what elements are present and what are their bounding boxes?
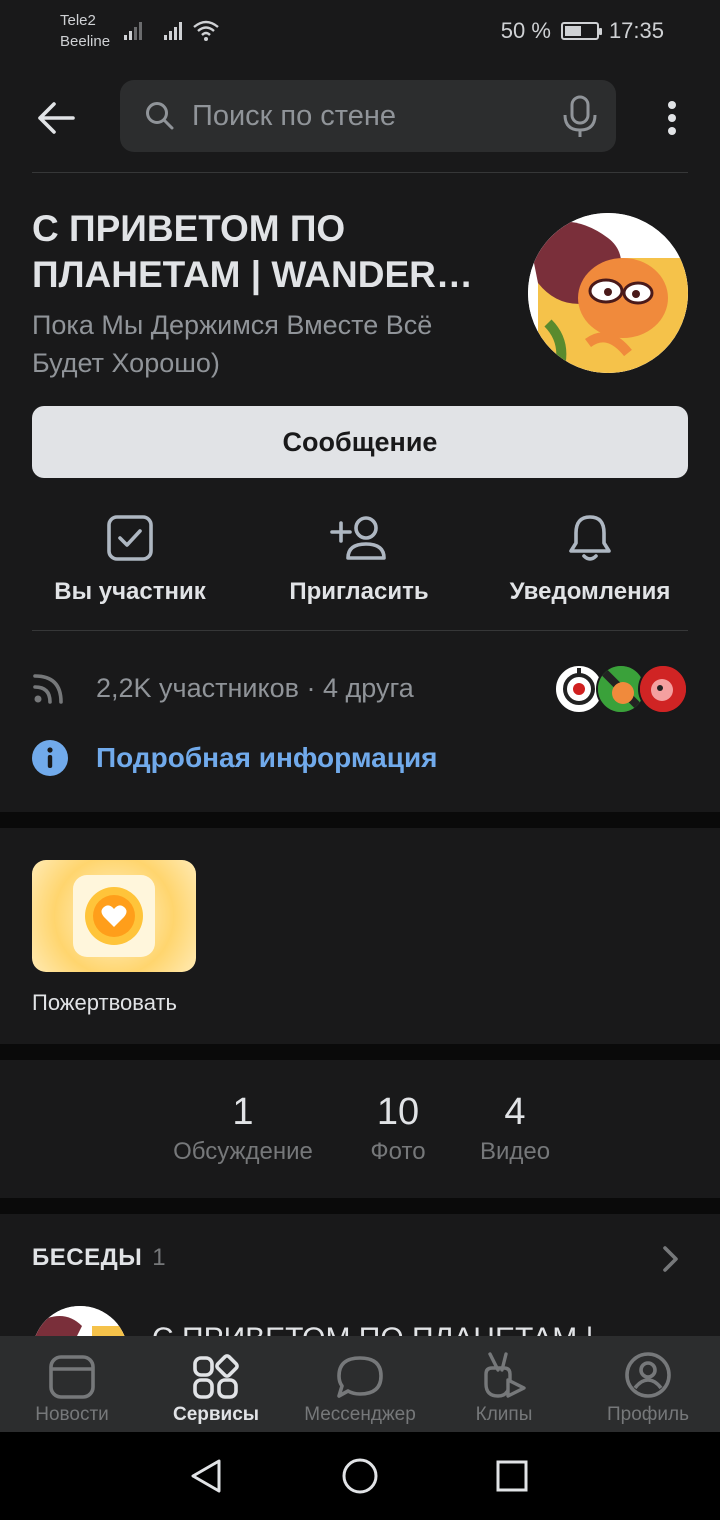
- nav-profile-label: Профиль: [606, 1404, 690, 1425]
- system-recents-button[interactable]: [490, 1454, 534, 1498]
- profile-icon: [625, 1352, 671, 1398]
- more-vertical-icon: [668, 101, 676, 135]
- system-back-button[interactable]: [184, 1454, 228, 1498]
- invite-button[interactable]: Пригласить: [249, 510, 469, 610]
- signal-1-icon: [124, 22, 142, 40]
- bottom-navigation: Новости Сервисы Мессенджер Клипы Профиль: [0, 1336, 720, 1432]
- nav-services-label: Сервисы: [172, 1404, 260, 1425]
- friend-avatars[interactable]: [554, 664, 688, 714]
- wall-search-input[interactable]: [192, 99, 552, 133]
- group-status: Пока Мы Держимся Вместе Всё Будет Хорошо…: [32, 310, 433, 378]
- notifications-label: Уведомления: [509, 578, 671, 605]
- wifi-icon: [193, 20, 219, 41]
- details-link-label: Подробная информация: [96, 742, 438, 773]
- nav-clips-label: Клипы: [475, 1404, 533, 1425]
- circle-home-icon: [342, 1458, 378, 1494]
- system-home-button[interactable]: [338, 1454, 382, 1498]
- heart-coin-icon: [73, 875, 155, 957]
- message-button[interactable]: Сообщение: [32, 406, 688, 478]
- clock: 17:35: [608, 18, 664, 43]
- members-row[interactable]: 2,2K участников · 4 друга: [32, 664, 688, 714]
- section-separator: [0, 812, 720, 828]
- actions-divider: [32, 630, 688, 631]
- nav-messenger[interactable]: Мессенджер: [296, 1336, 424, 1432]
- counter-value: 1: [232, 1091, 254, 1133]
- donate-button[interactable]: [32, 860, 196, 972]
- chats-header[interactable]: БЕСЕДЫ 1: [32, 1244, 166, 1272]
- add-user-icon: [330, 516, 386, 560]
- group-name: С ПРИВЕТОМ ПО ПЛАНЕТАМ | WANDER…: [32, 208, 473, 295]
- nav-messenger-label: Мессенджер: [304, 1404, 416, 1425]
- news-icon: [49, 1355, 95, 1399]
- nav-news[interactable]: Новости: [20, 1336, 124, 1432]
- more-options-button[interactable]: [650, 96, 694, 140]
- square-recents-icon: [496, 1460, 528, 1492]
- invite-label: Пригласить: [289, 578, 429, 605]
- microphone-icon[interactable]: [560, 94, 600, 140]
- members-count-text: 2,2K участников · 4 друга: [96, 672, 414, 703]
- counter-caption: Фото: [370, 1138, 426, 1165]
- counter-videos[interactable]: 4 Видео: [468, 1090, 562, 1166]
- nav-services[interactable]: Сервисы: [164, 1336, 268, 1432]
- header-divider: [32, 172, 688, 173]
- bell-icon: [569, 515, 611, 561]
- system-navigation-bar: [0, 1432, 720, 1520]
- battery-percent: 50 %: [500, 18, 551, 43]
- clips-icon: [484, 1352, 526, 1398]
- checkbox-icon: [107, 515, 153, 561]
- status-right: 50 % 17:35: [501, 18, 664, 44]
- donate-label: Пожертвовать: [32, 990, 177, 1015]
- counter-caption: Видео: [479, 1138, 551, 1165]
- wall-search-bar[interactable]: [120, 80, 616, 152]
- battery-icon: [560, 22, 602, 40]
- counter-value: 4: [504, 1091, 526, 1133]
- services-icon: [193, 1354, 239, 1399]
- chat-title: С ПРИВЕТОМ ПО ПЛАНЕТАМ |: [152, 1322, 593, 1336]
- chats-title: БЕСЕДЫ: [32, 1244, 143, 1271]
- group-avatar[interactable]: [528, 213, 688, 373]
- chat-list-item[interactable]: С ПРИВЕТОМ ПО ПЛАНЕТАМ |: [32, 1306, 688, 1336]
- nav-profile[interactable]: Профиль: [596, 1336, 700, 1432]
- rss-icon: [33, 674, 63, 704]
- messenger-icon: [337, 1356, 383, 1398]
- signal-2-icon: [164, 22, 182, 40]
- carrier-2: Beeline: [60, 33, 111, 50]
- carrier-1: Tele2: [60, 12, 96, 29]
- counter-photos[interactable]: 10 Фото: [350, 1090, 446, 1166]
- nav-clips[interactable]: Клипы: [452, 1336, 556, 1432]
- section-separator: [0, 1198, 720, 1214]
- triangle-back-icon: [191, 1459, 221, 1493]
- member-status-button[interactable]: Вы участник: [20, 510, 240, 610]
- search-icon: [146, 102, 174, 130]
- carrier-names: Tele2 Beeline: [60, 10, 110, 52]
- chevron-right-icon[interactable]: [660, 1244, 682, 1274]
- section-separator: [0, 1044, 720, 1060]
- chat-avatar: [32, 1306, 128, 1336]
- chats-count: 1: [152, 1244, 167, 1271]
- counter-discussions[interactable]: 1 Обсуждение: [160, 1090, 326, 1166]
- arrow-left-icon: [38, 102, 75, 134]
- back-button[interactable]: [30, 92, 82, 144]
- status-bar: Tele2 Beeline 50 % 17:35: [0, 0, 720, 64]
- counter-caption: Обсуждение: [173, 1138, 313, 1165]
- nav-news-label: Новости: [35, 1404, 109, 1425]
- details-link[interactable]: Подробная информация: [32, 740, 438, 776]
- friend-avatar: [638, 664, 688, 714]
- counter-value: 10: [376, 1091, 420, 1133]
- member-status-label: Вы участник: [54, 578, 206, 605]
- notifications-button[interactable]: Уведомления: [480, 510, 700, 610]
- group-avatar-image: [528, 213, 688, 373]
- info-icon: [32, 740, 68, 776]
